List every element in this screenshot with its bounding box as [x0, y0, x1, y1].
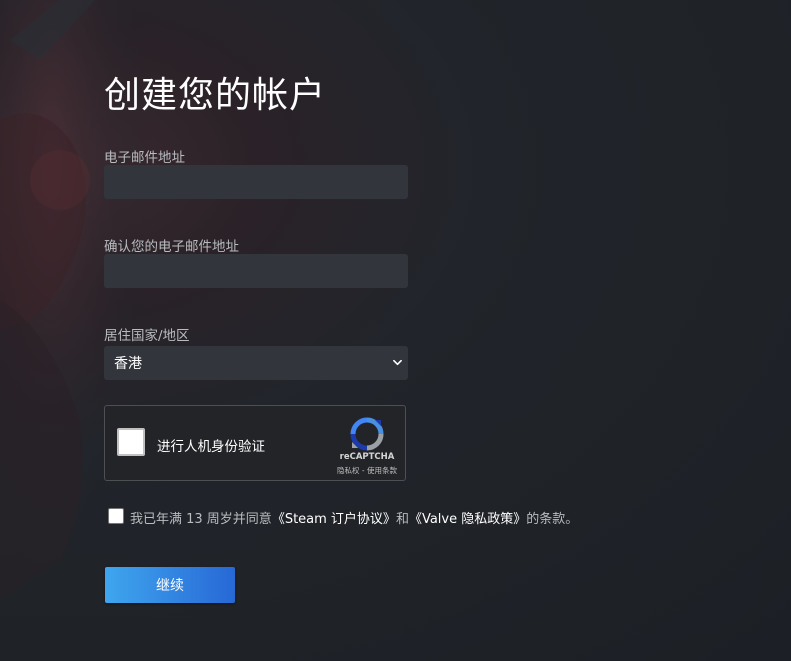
recaptcha-widget: 进行人机身份验证 reCAPTCHA 隐私权 - 使用条款 [104, 405, 406, 481]
recaptcha-logo-icon [350, 417, 384, 451]
recaptcha-checkbox[interactable] [117, 428, 145, 456]
recaptcha-links[interactable]: 隐私权 - 使用条款 [329, 465, 405, 476]
continue-button[interactable]: 继续 [105, 567, 235, 603]
agreement-checkbox[interactable] [108, 507, 124, 524]
confirm-email-input[interactable] [104, 254, 408, 288]
recaptcha-brand: reCAPTCHA [339, 452, 395, 462]
email-input[interactable] [104, 165, 408, 199]
signup-page: 创建您的帐户 电子邮件地址 确认您的电子邮件地址 居住国家/地区 香港 进行人机… [0, 0, 791, 661]
email-label: 电子邮件地址 [104, 150, 185, 166]
valve-privacy-link[interactable]: 《Valve 隐私政策》 [409, 508, 526, 527]
page-title: 创建您的帐户 [104, 75, 327, 116]
steam-agreement-link[interactable]: 《Steam 订户协议》 [272, 508, 396, 527]
confirm-email-label: 确认您的电子邮件地址 [104, 239, 239, 255]
recaptcha-label: 进行人机身份验证 [157, 439, 265, 455]
agreement-and: 和 [395, 512, 409, 527]
agreement-suffix: 的条款。 [526, 512, 579, 527]
chevron-down-icon [393, 359, 402, 366]
country-select[interactable]: 香港 [104, 346, 408, 380]
country-label: 居住国家/地区 [104, 328, 190, 344]
agreement-row: 我已年满 13 周岁并同意 《Steam 订户协议》 和 《Valve 隐私政策… [108, 507, 579, 527]
agreement-prefix: 我已年满 13 周岁并同意 [130, 512, 272, 527]
country-selected-value: 香港 [114, 356, 142, 372]
